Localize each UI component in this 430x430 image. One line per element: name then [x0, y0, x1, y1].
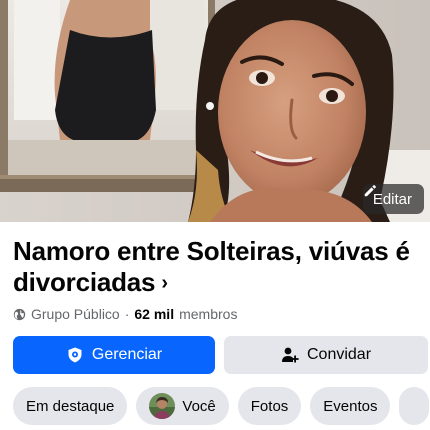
manage-button[interactable]: Gerenciar: [13, 336, 215, 374]
invite-label: Convidar: [306, 346, 372, 363]
group-name: Namoro entre Solteiras, viúvas é divorci…: [13, 236, 410, 297]
globe-icon: [13, 308, 26, 321]
privacy-label: Grupo Público: [31, 306, 120, 322]
group-tabs: Em destaque Você Fotos Eventos: [13, 387, 430, 425]
tab-photos[interactable]: Fotos: [237, 387, 302, 425]
tab-events[interactable]: Eventos: [310, 387, 391, 425]
tab-label: Em destaque: [26, 397, 115, 415]
tab-more[interactable]: [399, 387, 430, 425]
invite-button[interactable]: Convidar: [224, 336, 428, 374]
pencil-icon: [364, 185, 376, 197]
edit-cover-button[interactable]: Editar: [362, 184, 424, 214]
chevron-right-icon: ›: [161, 272, 168, 294]
tab-label: Você: [182, 397, 216, 415]
shield-icon: [68, 347, 82, 363]
tab-label: Fotos: [250, 397, 289, 415]
tab-featured[interactable]: Em destaque: [13, 387, 128, 425]
tab-label: Eventos: [323, 397, 378, 415]
meta-separator: ·: [124, 306, 130, 322]
edit-cover-label: Editar: [372, 190, 412, 208]
group-name-heading[interactable]: Namoro entre Solteiras, viúvas é divorci…: [13, 236, 423, 299]
add-person-icon: [281, 347, 299, 363]
cover-photo[interactable]: Editar: [0, 0, 430, 222]
member-label: membros: [179, 306, 238, 322]
group-meta: Grupo Público · 62 mil membros: [13, 305, 237, 323]
tab-you[interactable]: Você: [136, 387, 229, 425]
avatar: [149, 393, 176, 419]
member-count[interactable]: 62 mil: [134, 306, 174, 322]
manage-label: Gerenciar: [91, 346, 163, 363]
